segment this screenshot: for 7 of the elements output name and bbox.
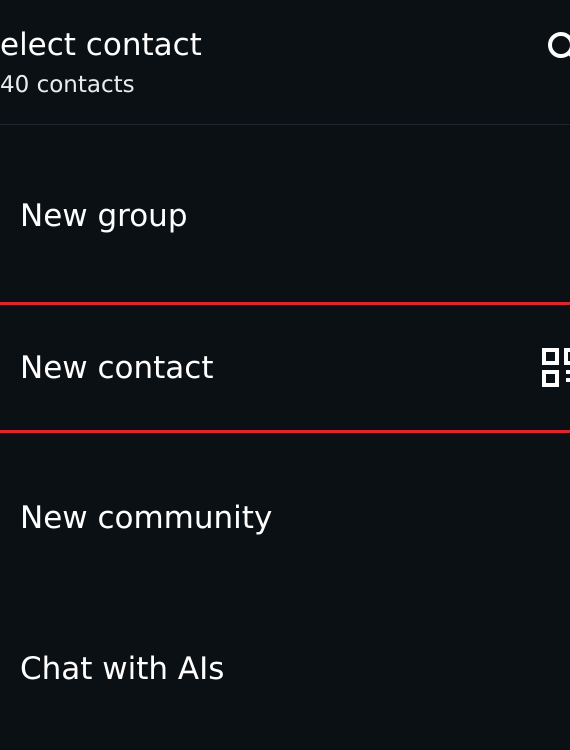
qr-code-icon[interactable]: [542, 348, 570, 388]
menu-item[interactable]: New contact: [0, 302, 570, 433]
contact-count: 40 contacts: [0, 71, 136, 100]
menu-item[interactable]: New group: [0, 140, 570, 291]
menu-item[interactable]: New community: [0, 442, 570, 593]
screen-title: elect contact: [0, 26, 202, 64]
menu-item[interactable]: Chat with AIs: [0, 593, 570, 744]
